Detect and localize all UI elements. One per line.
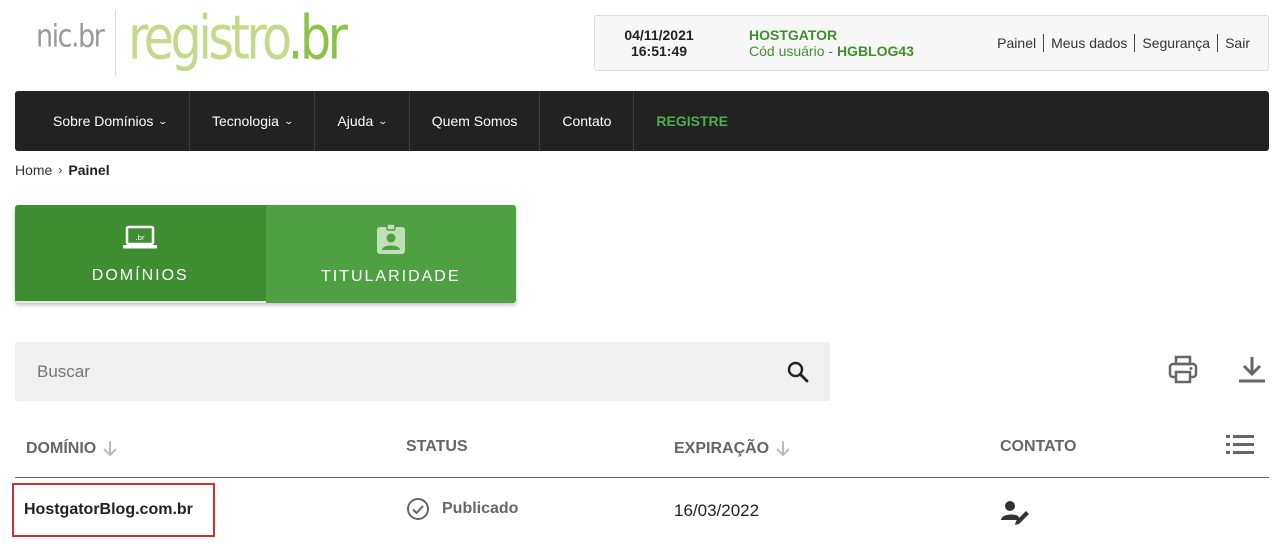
- column-header-label: DOMÍNIO: [26, 440, 97, 457]
- user-code-label: Cód usuário -: [749, 43, 837, 59]
- check-circle-icon: [407, 498, 429, 520]
- user-info-box: 04/11/2021 16:51:49 HOSTGATOR Cód usuári…: [594, 15, 1269, 71]
- nav-label: Ajuda: [337, 113, 374, 129]
- id-badge-icon: [373, 222, 409, 256]
- chevron-down-icon: ⌄: [157, 115, 169, 126]
- site-logo[interactable]: nic.br registro.br: [36, 3, 374, 78]
- laptop-br-icon: .br: [122, 221, 158, 255]
- sort-arrow-down-icon[interactable]: [102, 440, 118, 458]
- session-date: 04/11/2021: [624, 27, 694, 43]
- session-time: 16:51:49: [630, 43, 688, 59]
- tab-titularidade[interactable]: TITULARIDADE: [265, 205, 516, 303]
- chevron-down-icon: ⌄: [377, 115, 389, 126]
- user-links: Painel Meus dados Segurança Sair: [990, 34, 1250, 52]
- user-code: HGBLOG43: [836, 43, 914, 59]
- svg-text:.br: .br: [135, 234, 145, 242]
- column-menu-icon[interactable]: [1225, 432, 1255, 458]
- domain-table-header: DOMÍNIO STATUS EXPIRAÇÃO CONTATO: [15, 420, 1269, 478]
- nav-tecnologia[interactable]: Tecnologia ⌄: [190, 91, 316, 151]
- nav-label: Tecnologia: [211, 113, 279, 129]
- nav-contato[interactable]: Contato: [540, 91, 635, 151]
- status-cell: Publicado: [406, 497, 518, 521]
- logo-divider: [115, 10, 117, 76]
- column-header-label: STATUS: [406, 438, 468, 455]
- expiration-date: 16/03/2022: [674, 501, 760, 520]
- chevron-down-icon: ⌄: [283, 115, 294, 126]
- column-header-status: STATUS: [406, 438, 468, 456]
- search-box: [15, 342, 830, 401]
- user-details: HOSTGATOR Cód usuário - HGBLOG43: [749, 27, 914, 59]
- table-row: HostgatorBlog.com.br Publicado 16/03/202…: [12, 479, 1269, 543]
- nav-label: Contato: [562, 113, 612, 129]
- link-seguranca[interactable]: Segurança: [1134, 34, 1217, 52]
- tab-label: DOMÍNIOS: [91, 267, 189, 284]
- breadcrumb-home[interactable]: Home: [15, 162, 52, 178]
- domain-link[interactable]: HostgatorBlog.com.br: [12, 483, 215, 537]
- download-icon[interactable]: [1237, 355, 1267, 385]
- column-header-label: CONTATO: [1000, 438, 1077, 455]
- link-meus-dados[interactable]: Meus dados: [1043, 34, 1134, 52]
- column-header-expiration[interactable]: EXPIRAÇÃO: [674, 440, 791, 458]
- user-code-line: Cód usuário - HGBLOG43: [749, 43, 914, 59]
- logo-br-text: .br: [288, 2, 348, 74]
- status-text: Publicado: [442, 500, 519, 517]
- column-header-domain[interactable]: DOMÍNIO: [26, 440, 118, 458]
- link-sair[interactable]: Sair: [1217, 34, 1250, 52]
- search-icon[interactable]: [786, 360, 810, 384]
- print-icon[interactable]: [1168, 355, 1198, 385]
- logo-registro-text: registro: [128, 2, 291, 74]
- panel-tabs: .br DOMÍNIOS TITULARIDADE: [15, 205, 516, 303]
- nav-quem-somos[interactable]: Quem Somos: [410, 91, 541, 151]
- nav-label: REGISTRE: [656, 113, 728, 129]
- user-name: HOSTGATOR: [749, 27, 838, 43]
- breadcrumb-current: Painel: [68, 162, 110, 178]
- sort-arrow-down-icon[interactable]: [775, 440, 791, 458]
- nav-ajuda[interactable]: Ajuda ⌄: [315, 91, 410, 151]
- edit-contact-icon[interactable]: [1000, 499, 1030, 525]
- tab-dominios[interactable]: .br DOMÍNIOS: [15, 205, 266, 303]
- nav-label: Quem Somos: [431, 113, 518, 129]
- registro-br-logo: registro.br: [128, 2, 348, 74]
- nav-registre[interactable]: REGISTRE: [634, 91, 750, 151]
- link-painel[interactable]: Painel: [990, 34, 1043, 52]
- main-nav: Sobre Domínios ⌄ Tecnologia ⌄ Ajuda ⌄ Quem …: [15, 91, 1269, 151]
- session-datetime: 04/11/2021 16:51:49: [595, 27, 723, 59]
- search-input[interactable]: [15, 342, 786, 401]
- column-header-contact: CONTATO: [1000, 438, 1076, 456]
- nav-sobre-dominios[interactable]: Sobre Domínios ⌄: [15, 91, 190, 151]
- tab-label: TITULARIDADE: [320, 268, 461, 285]
- nic-br-logo: nic.br: [36, 18, 105, 54]
- breadcrumb-separator: ›: [58, 163, 63, 177]
- nav-label: Sobre Domínios: [53, 113, 154, 129]
- column-header-label: EXPIRAÇÃO: [674, 440, 770, 457]
- breadcrumb: Home › Painel: [15, 162, 110, 178]
